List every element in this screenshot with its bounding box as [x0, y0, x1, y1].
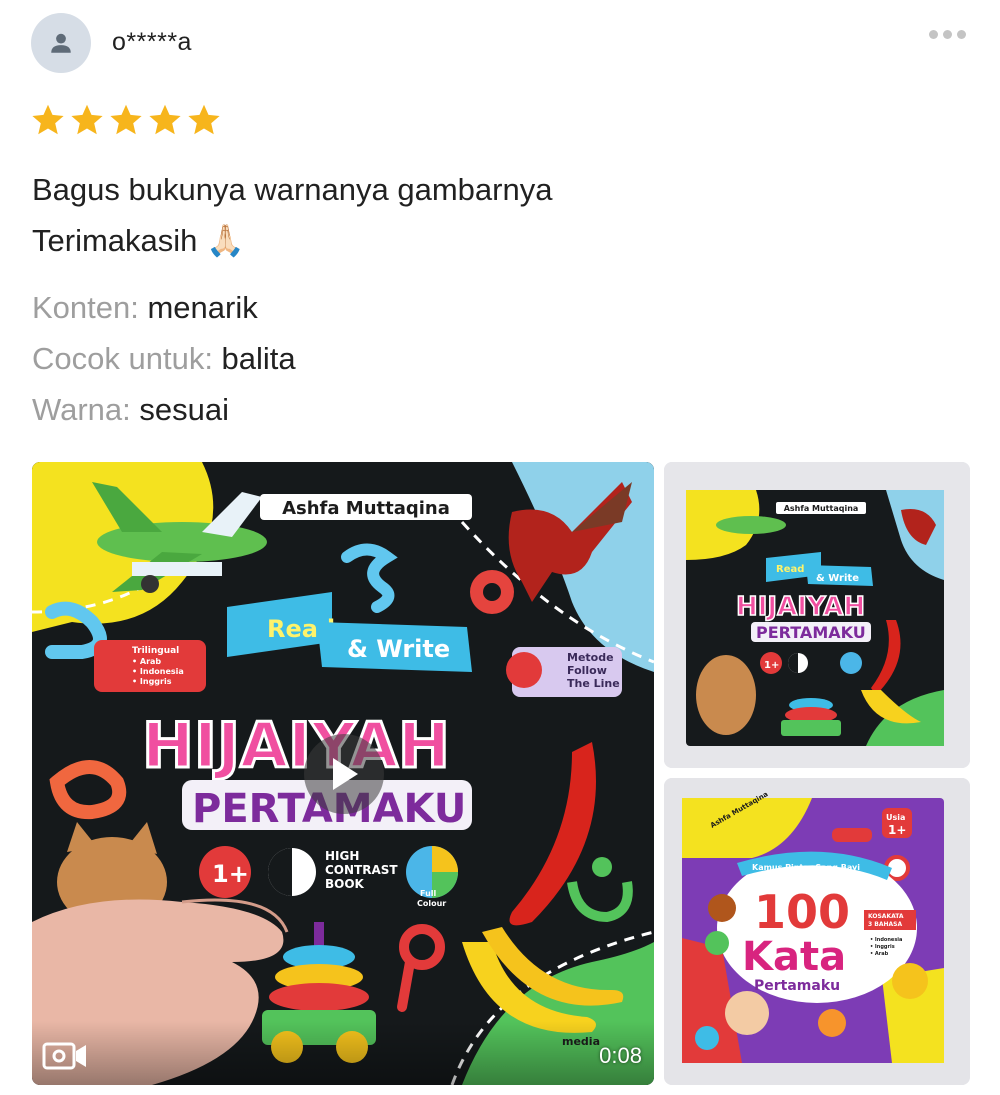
cover-title-line1: HIJAIYAH [142, 709, 450, 782]
review-video[interactable]: Ashfa Muttaqina Read & Write Trilingual … [32, 462, 654, 1085]
cover-language: • Indonesia [870, 937, 902, 943]
cover-metode: Follow [567, 664, 607, 677]
cover-age-label: Usia [886, 813, 905, 822]
cover-age-badge: 1+ [764, 660, 779, 671]
book-cover-image: Ashfa Muttaqina Usia 1+ Kamus Pintar San… [664, 778, 970, 1085]
reviewer-name: o*****a [112, 28, 192, 56]
more-dot-icon [929, 30, 938, 39]
attribute-row: Konten: menarik [32, 282, 296, 333]
cover-author: Ashfa Muttaqina [282, 498, 450, 519]
play-button[interactable] [304, 734, 384, 814]
cover-title-line1: HIJAIYAH [736, 592, 865, 622]
review-photo-thumbnail[interactable]: Ashfa Muttaqina Usia 1+ Kamus Pintar San… [664, 778, 970, 1085]
cover-contrast: HIGH [325, 849, 359, 863]
cover-kosakata: KOSAKATA [868, 913, 904, 920]
star-icon [188, 104, 220, 135]
attribute-key: Konten: [32, 290, 148, 325]
cover-title-word: Kata [742, 934, 846, 980]
cover-contrast: CONTRAST [325, 863, 398, 877]
attribute-key: Warna: [32, 392, 140, 427]
attribute-value: menarik [147, 290, 258, 325]
more-dot-icon [957, 30, 966, 39]
play-icon [333, 758, 358, 790]
cover-trilingual: Trilingual [132, 646, 179, 656]
star-icon [32, 104, 64, 135]
cover-write-label: & Write [816, 573, 859, 584]
cover-author: Ashfa Muttaqina [784, 504, 859, 513]
cover-read-label: Read [776, 564, 804, 575]
cover-language: • Arab [870, 951, 889, 957]
rating-stars [30, 102, 222, 138]
video-camera-icon [42, 1042, 86, 1070]
book-cover-image: Ashfa Muttaqina Read & Write HIJAIYAH PE… [664, 462, 970, 768]
cover-metode: The Line [567, 677, 620, 690]
more-options-button[interactable] [925, 26, 970, 43]
cover-subtitle: Kamus Pintar Sang Bayi [752, 863, 860, 872]
video-duration: 0:08 [599, 1043, 642, 1068]
review-line: Terimakasih 🙏🏻 [32, 223, 245, 258]
star-icon [149, 104, 181, 135]
cover-title-line2: PERTAMAKU [756, 623, 866, 642]
cover-title-sub: Pertamaku [754, 978, 840, 994]
cover-trilingual-item: • Arab [132, 657, 161, 666]
review-text: Bagus bukunya warnanya gambarnya Terimak… [32, 164, 932, 266]
user-icon [51, 33, 71, 53]
cover-trilingual-item: • Indonesia [132, 667, 184, 676]
more-dot-icon [943, 30, 952, 39]
review-photo-thumbnail[interactable]: Ashfa Muttaqina Read & Write HIJAIYAH PE… [664, 462, 970, 768]
cover-language: • Inggris [870, 944, 895, 950]
avatar[interactable] [31, 13, 91, 73]
video-overlay-bar: 0:08 [32, 1021, 654, 1085]
cover-colour: Full [420, 889, 437, 898]
cover-kosakata: 3 BAHASA [868, 921, 902, 928]
attribute-key: Cocok untuk: [32, 341, 222, 376]
attribute-value: balita [221, 341, 296, 376]
attribute-row: Warna: sesuai [32, 384, 296, 435]
cover-age-badge: 1+ [888, 823, 906, 837]
cover-title-number: 100 [754, 885, 850, 939]
star-icon [71, 104, 103, 135]
attribute-row: Cocok untuk: balita [32, 333, 296, 384]
star-icon [110, 104, 142, 135]
review-attributes: Konten: menarik Cocok untuk: balita Warn… [32, 282, 296, 435]
cover-colour: Colour [417, 899, 446, 908]
cover-contrast: BOOK [325, 877, 365, 891]
cover-write-label: & Write [347, 635, 450, 663]
attribute-value: sesuai [139, 392, 229, 427]
cover-age-badge: 1+ [212, 860, 249, 888]
cover-trilingual-item: • Inggris [132, 677, 172, 686]
cover-metode: Metode [567, 651, 614, 664]
review-line: Bagus bukunya warnanya gambarnya [32, 172, 553, 207]
